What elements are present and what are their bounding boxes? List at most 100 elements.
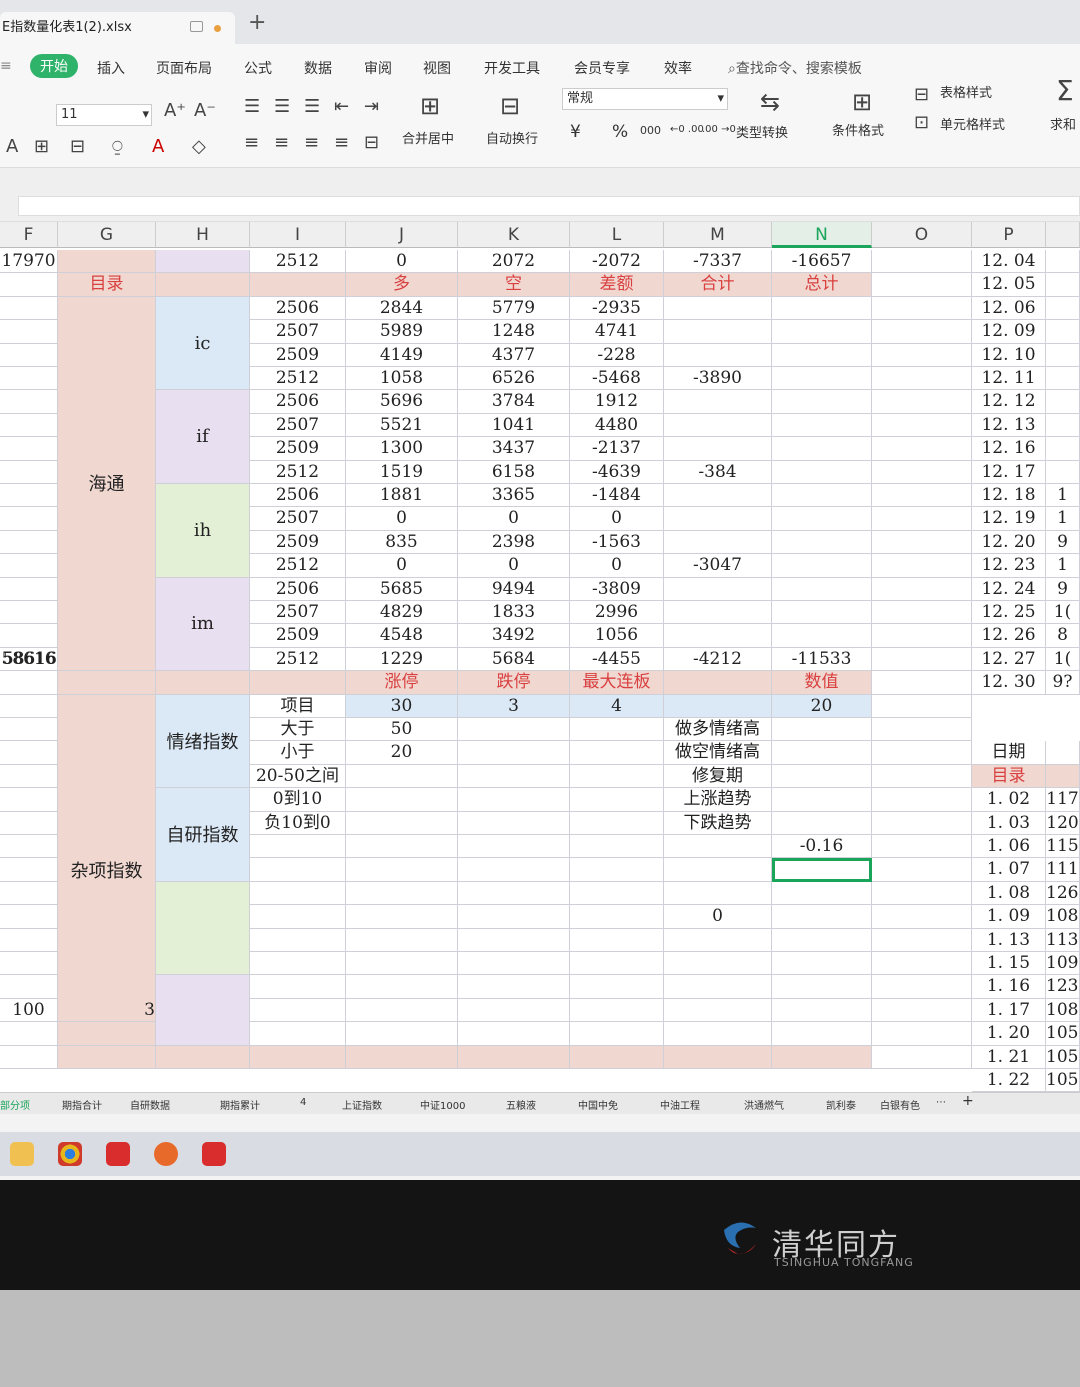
grid-cell[interactable] [872,460,972,484]
date-cell[interactable]: 1. 03 [972,811,1046,835]
grid-cell[interactable] [0,694,58,718]
sheet-tab[interactable]: 4 [300,1097,306,1108]
cell-diff[interactable]: -4639 [570,460,664,484]
grid-cell[interactable] [346,905,458,929]
cell-long[interactable]: 0 [346,554,458,578]
grid-cell[interactable] [346,975,458,999]
grid-cell[interactable] [570,952,664,976]
grid-cell[interactable] [0,507,58,531]
table-style-icon[interactable]: ⊟ [914,84,929,105]
short-header[interactable]: 空 [458,273,570,297]
date-header[interactable]: 日期 [972,741,1046,765]
misc-l[interactable] [570,811,664,835]
sheet-tab[interactable]: 凯利泰 [826,1097,856,1112]
grid-cell[interactable] [0,530,58,555]
misc-n[interactable] [772,788,872,812]
misc-l[interactable] [570,741,664,765]
grid-cell[interactable] [0,390,58,414]
grid-cell[interactable] [772,460,872,484]
cell-sum[interactable] [664,390,772,414]
font-color-icon[interactable]: A [152,136,164,157]
cell-month[interactable]: 2506 [250,577,346,601]
partial-cell[interactable] [1046,764,1080,789]
grid-cell[interactable] [0,296,58,321]
grid-cell[interactable] [458,881,570,906]
grid-cell[interactable] [872,788,972,812]
cell-m-zero[interactable]: 0 [664,905,772,929]
partial-cell[interactable]: 10585 [1046,1069,1080,1093]
wrap-text-icon[interactable]: ⊟ [500,92,520,120]
grid-cell[interactable] [872,928,972,952]
date-cell[interactable]: 12. 18 [972,484,1046,508]
partial-cell[interactable] [1046,390,1080,414]
cell-value[interactable]: 0 [346,250,458,274]
cell-diff[interactable]: 4741 [570,320,664,344]
new-tab-plus-icon[interactable]: + [248,10,266,35]
date-cell[interactable]: 12. 30 [972,671,1046,695]
menu-dev-tools[interactable]: 开发工具 [484,58,540,78]
cell-short[interactable]: 2398 [458,530,570,555]
grid-cell[interactable] [664,998,772,1023]
partial-cell[interactable]: 1( [1046,647,1080,672]
date-cell[interactable]: 1. 20 [972,1022,1046,1046]
group-label-haitong[interactable]: 海通 [58,296,156,672]
date-cell[interactable]: 12. 27 [972,647,1046,672]
grid-cell[interactable] [872,694,972,718]
grid-cell[interactable] [346,1022,458,1046]
header-cell[interactable] [156,273,250,297]
partial-cell[interactable]: 9 [1046,530,1080,555]
footer-cell[interactable] [664,1045,772,1069]
cell-sum[interactable] [664,530,772,555]
grid-cell[interactable] [872,250,972,274]
cell-month[interactable]: 2512 [250,460,346,484]
grid-cell[interactable] [0,413,58,438]
cell-short[interactable]: 5779 [458,296,570,321]
cell-long[interactable]: 1300 [346,437,458,461]
cell-long[interactable]: 835 [346,530,458,555]
cell-value[interactable]: -16657 [772,250,872,274]
cell-short[interactable]: 5684 [458,647,570,672]
misc-m[interactable]: 下跌趋势 [664,811,772,835]
grid-cell[interactable] [458,905,570,929]
column-header-g[interactable]: G [58,222,156,248]
merge-icon[interactable]: ⊞ [420,92,440,120]
column-header-o[interactable]: O [872,222,972,248]
grid-cell[interactable] [772,413,872,438]
grid-cell[interactable] [0,788,58,812]
grid-cell[interactable] [0,858,58,882]
grid-cell[interactable] [156,881,250,976]
selected-cell[interactable] [772,858,872,882]
partial-cell[interactable]: 10540 [1046,1045,1080,1069]
cell-diff[interactable]: 0 [570,554,664,578]
border-icon[interactable]: ⊞ [34,136,49,157]
grid-cell[interactable] [0,905,58,929]
grid-cell[interactable] [772,1022,872,1046]
date-cell[interactable]: 1. 06 [972,835,1046,859]
grid-cell[interactable] [570,835,664,859]
misc-j[interactable]: 30 [346,694,458,718]
menu-layout[interactable]: 页面布局 [156,58,212,78]
cell-month[interactable]: 2506 [250,484,346,508]
grid-cell[interactable] [346,881,458,906]
cell-value[interactable]: -2072 [570,250,664,274]
cell-value[interactable]: -7337 [664,250,772,274]
misc-n[interactable] [772,764,872,789]
cell-f-value[interactable]: 17970 [0,250,58,274]
misc-l[interactable] [570,718,664,742]
cell-sum[interactable]: -384 [664,460,772,484]
cell-short[interactable]: 3365 [458,484,570,508]
grid-cell[interactable] [872,764,972,789]
grid-cell[interactable] [872,413,972,438]
partial-cell[interactable] [1046,320,1080,344]
sheet-tab[interactable]: 上证指数 [342,1097,382,1112]
misc-item[interactable]: 0到10 [250,788,346,812]
grid-cell[interactable] [872,671,972,695]
cell-long[interactable]: 1519 [346,460,458,484]
column-header-p[interactable]: P [972,222,1046,248]
font-shrink-icon[interactable]: A⁻ [194,100,216,121]
cell-short[interactable]: 3784 [458,390,570,414]
grid-cell[interactable] [872,881,972,906]
grid-cell[interactable] [872,905,972,929]
misc-m[interactable]: 做空情绪高 [664,741,772,765]
menu-arrow-icon[interactable]: ≡ [0,58,12,74]
